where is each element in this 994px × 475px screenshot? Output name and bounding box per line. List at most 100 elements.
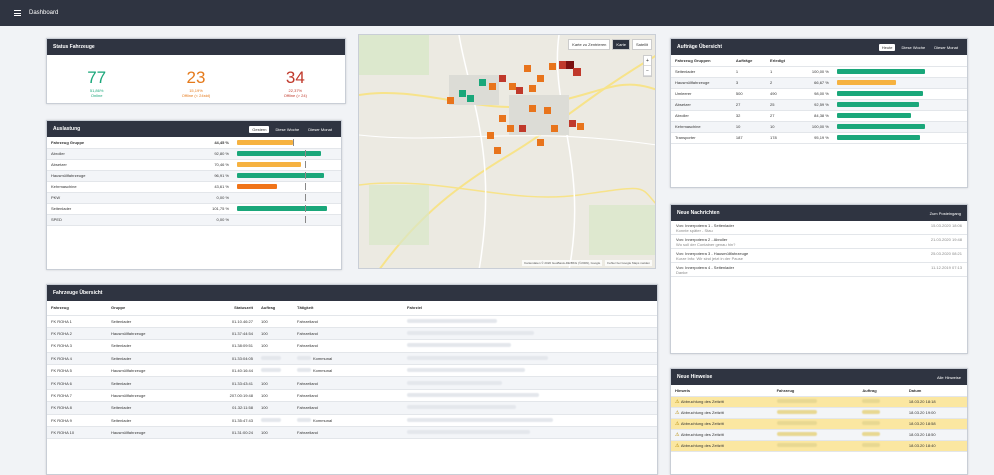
auslastung-card: Auslastung Gestern Diese Woche Dieser Mona… (46, 120, 342, 270)
hinweis-row[interactable]: ⚠ Abbruchlung des Zeitzitt 18.03.20 18:18 (671, 396, 967, 407)
map-view[interactable]: Karte zu Zentrieren Karte Satellit + − K… (358, 34, 656, 269)
hinweis-row[interactable]: ⚠ Abbruchlung des Zeitzitt 18.03.20 19:00 (671, 407, 967, 418)
auslastung-row[interactable]: Fahrzeug Gruppe 44,45 % (47, 137, 341, 148)
vehicle-name[interactable]: FK ROHA 9 (47, 414, 107, 426)
vehicle-row[interactable]: FK ROHA 9 Seitenlader 01.35:47:43 Kommunal (47, 414, 657, 427)
vehicle-activity-text: Fahrzeiland (297, 430, 318, 436)
message-item[interactable]: Von: Innerpoterra 2 - Abroller 21.03.2020… (671, 235, 967, 249)
col-statuszeit[interactable]: Statuszeit (187, 301, 257, 315)
redacted-text (407, 331, 534, 336)
group-label: Hausmüllfahrzeuge (51, 173, 86, 178)
redacted-text (862, 421, 881, 425)
redacted-text (776, 410, 817, 414)
auftraege-row[interactable]: Kehrmaschine 10 10 100,00 % (671, 121, 967, 132)
vehicle-name[interactable]: FK ROHA 5 (47, 365, 107, 377)
col-gruppe[interactable]: Gruppe (107, 301, 187, 315)
posteingang-link[interactable]: Zum Posteingang (930, 211, 961, 216)
vehicle-row[interactable]: FK ROHA 3 Seitenlader 01.38:09:51 100 Fahrze… (47, 340, 657, 353)
vehicle-row[interactable]: FK ROHA 7 Hausmüllfahrzeuge 207.00:19:48 10… (47, 389, 657, 402)
auftraege-row[interactable]: Umleerer 500 490 98,00 % (671, 88, 967, 99)
col-hinweis[interactable]: Hinweis (671, 385, 773, 396)
hinweis-row[interactable]: ⚠ Abbruchlung des Zeitzitt 18.03.20 18:40 (671, 440, 967, 451)
tab-diese-woche[interactable]: Diese Woche (272, 126, 302, 133)
vehicle-row[interactable]: FK ROHA 5 Hausmüllfahrzeuge 01.40:16:44 Kom… (47, 365, 657, 377)
col-fahrzeug-gruppen[interactable]: Fahrzeug Gruppen (671, 55, 732, 66)
hinweise-card: Neue Hinweise Alle Hinweise Hinweis Fahr… (670, 368, 968, 475)
redacted-text (776, 399, 817, 403)
status-stat: 34 22,37% Offline (> 24) (246, 69, 345, 98)
message-item[interactable]: Von: Innerpoterra 4 - Seitenlader 11.12.2… (671, 263, 967, 277)
vehicle-activity: Kommunal (293, 352, 403, 364)
vehicle-activity-text: Fahrzeiland (297, 343, 318, 349)
usage-bar-track (237, 172, 327, 179)
vehicle-row[interactable]: FK ROHA 2 Hausmüllfahrzeuge 01.37:44:54 100… (47, 327, 657, 340)
auslastung-row[interactable]: Hausmüllfahrzeuge 96,91 % (47, 170, 341, 181)
auftraege-row[interactable]: Seitenlader 1 1 100,00 % (671, 66, 967, 77)
message-item[interactable]: Von: Innerpoterra 1 - Seitenlader 15.03.2… (671, 221, 967, 235)
tab-gestern[interactable]: Gestern (249, 125, 270, 133)
vehicle-auftrag: 100 (257, 315, 293, 327)
vehicle-name[interactable]: FK ROHA 4 (47, 352, 107, 364)
vehicle-row[interactable]: FK ROHA 6 Seitenlader 01.33:43:41 100 Fahrze… (47, 376, 657, 390)
auslastung-row[interactable]: Kehrmaschine 43,61 % (47, 181, 341, 192)
col-erledigt[interactable]: Erledigt (766, 55, 798, 66)
tab-diese-woche[interactable]: Diese Woche (898, 44, 928, 51)
tab-dieser-monat[interactable]: Dieser Monat (305, 126, 335, 133)
progress-bar (836, 113, 911, 118)
status-card-title: Status Fahrzeuge (53, 44, 95, 50)
auftraege-row[interactable]: Hausmüllfahrzeuge 3 2 66,67 % (671, 77, 967, 88)
group-value: 101,75 % (212, 206, 229, 211)
col-datum[interactable]: Datum (905, 385, 967, 396)
auslastung-row[interactable]: SPED 0,00 % (47, 214, 341, 225)
map-type-satellit-button[interactable]: Satellit (631, 39, 652, 50)
col-auftrag[interactable]: Auftrag (257, 301, 293, 315)
col-fahrziel[interactable]: Fahrziel (403, 301, 657, 315)
hinweis-text: Abbruchlung des Zeitzitt (680, 420, 724, 426)
vehicle-name[interactable]: FK ROHA 10 (47, 427, 107, 439)
auftraege-row[interactable]: Absetzer 27 25 92,59 % (671, 99, 967, 110)
col-taetigkeit[interactable]: Tätigkeit (293, 301, 403, 315)
hinweis-row[interactable]: ⚠ Abbruchlung des Zeitzitt 18.03.20 18:58 (671, 418, 967, 429)
vehicle-name[interactable]: FK ROHA 3 (47, 340, 107, 352)
vehicle-auftrag: 100 (257, 377, 293, 389)
vehicle-status-time: 01.32:11:58 (232, 405, 253, 411)
vehicle-row[interactable]: FK ROHA 8 Seitenlader 01.32:11:58 100 Fahrze… (47, 401, 657, 415)
auslastung-row[interactable]: Abroller 92,80 % (47, 148, 341, 159)
map-type-karte-button[interactable]: Karte (612, 39, 630, 50)
vehicle-name[interactable]: FK ROHA 7 (47, 389, 107, 401)
target-tick (304, 150, 306, 157)
hinweis-fahrzeug-redacted (773, 407, 859, 418)
hamburger-menu-icon[interactable] (14, 10, 21, 16)
message-body: Danke (676, 270, 688, 275)
col-fahrzeug[interactable]: Fahrzeug (47, 301, 107, 315)
col-auftraege[interactable]: Aufträge (732, 55, 766, 66)
redacted-text (407, 393, 539, 398)
zoom-out-button[interactable]: − (644, 66, 651, 76)
alle-hinweise-link[interactable]: Alle Hinweise (937, 375, 961, 380)
map-report-link[interactable]: Fehler bei Google Maps melden (605, 260, 652, 266)
auftraege-row[interactable]: Abroller 32 27 84,38 % (671, 110, 967, 121)
hinweis-row[interactable]: ⚠ Abbruchlung des Zeitzitt 18.03.20 18:50 (671, 429, 967, 440)
usage-bar-track (237, 216, 327, 223)
tab-heute[interactable]: Heute (878, 43, 896, 51)
vehicle-activity-text: Kommunal (313, 355, 333, 361)
vehicle-row[interactable]: FK ROHA 4 Seitenlader 01.33:04:05 Kommunal (47, 352, 657, 365)
vehicle-row[interactable]: FK ROHA 10 Hausmüllfahrzeuge 01.31:00:24 10… (47, 426, 657, 439)
col-fahrzeug[interactable]: Fahrzeug (773, 385, 859, 396)
vehicle-name[interactable]: FK ROHA 8 (47, 402, 107, 414)
vehicle-row[interactable]: FK ROHA 1 Seitenlader 01.10.46:27 100 Fahrze… (47, 315, 657, 328)
vehicle-name[interactable]: FK ROHA 6 (47, 377, 107, 389)
auslastung-row[interactable]: Seitenlader 101,75 % (47, 203, 341, 214)
auslastung-row[interactable]: PKW 0,00 % (47, 192, 341, 203)
vehicle-name[interactable]: FK ROHA 2 (47, 327, 107, 339)
tab-dieser-monat[interactable]: Dieser Monat (931, 44, 961, 51)
vehicle-group: Seitenlader (111, 380, 132, 386)
map-center-checkbox[interactable]: Karte zu Zentrieren (568, 39, 611, 50)
message-item[interactable]: Von: Innerpoterra 3 - Hausmüllfahrzeuge 2… (671, 249, 967, 263)
auftraege-row[interactable]: Transporter 187 178 95,19 % (671, 132, 967, 143)
col-auftrag[interactable]: Auftrag (858, 385, 905, 396)
vehicle-name[interactable]: FK ROHA 1 (47, 315, 107, 327)
usage-bar-cell (233, 214, 341, 225)
zoom-in-button[interactable]: + (644, 56, 651, 66)
auslastung-row[interactable]: Absetzer 70,46 % (47, 159, 341, 170)
